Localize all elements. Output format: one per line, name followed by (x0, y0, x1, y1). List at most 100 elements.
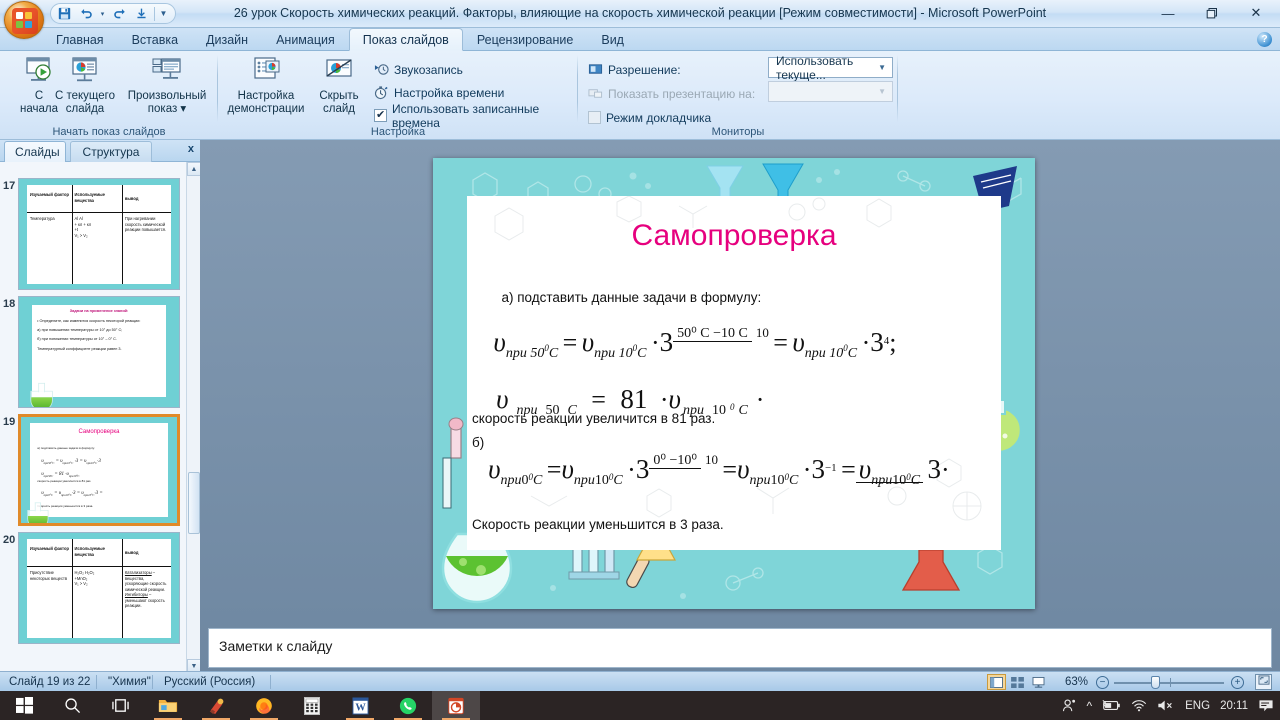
file-explorer-icon[interactable] (144, 691, 192, 720)
f3-frac-den: 10 (704, 452, 718, 468)
slides-panel-tabs: Слайды Структура x (0, 140, 200, 162)
custom-slideshow-button[interactable]: Произвольный показ ▾ (120, 55, 214, 119)
presenter-view-item[interactable]: Режим докладчика (588, 108, 711, 127)
zoom-out-button[interactable]: − (1096, 676, 1109, 689)
thumbnail-frame-selected: Самопроверка а) подставить данные задачи… (18, 414, 180, 526)
redo-icon[interactable] (109, 5, 129, 23)
tab-insert[interactable]: Вставка (118, 28, 192, 51)
tab-outline[interactable]: Структура (70, 141, 152, 162)
view-slideshow-icon[interactable] (1029, 674, 1048, 690)
task-view-icon[interactable] (96, 691, 144, 720)
firefox-icon[interactable] (240, 691, 288, 720)
tab-slides[interactable]: Слайды (4, 141, 66, 162)
restore-button[interactable] (1190, 0, 1234, 26)
monitor-resolution-icon (588, 62, 603, 77)
tab-view[interactable]: Вид (587, 28, 638, 51)
thumb-cell-3: Катализаторы – вещества, ускоряющие скор… (124, 570, 167, 609)
ccleaner-icon[interactable] (192, 691, 240, 720)
hide-slide-button[interactable]: Скрыть слайд (310, 55, 368, 119)
record-narration-item[interactable]: Звукозапись (374, 60, 463, 79)
use-rehearsed-timings-item[interactable]: Использовать записанные времена (374, 102, 578, 130)
thumb-header-3: вывод (124, 550, 139, 556)
f2-v2-c: C (738, 402, 748, 418)
setup-show-icon (249, 55, 283, 87)
close-panel-icon[interactable]: x (188, 143, 194, 155)
powerpoint-icon[interactable] (432, 691, 480, 720)
rehearse-timings-item[interactable]: Настройка времени (374, 83, 504, 102)
show-hidden-icons-icon[interactable]: ^ (1087, 699, 1093, 713)
calculator-icon[interactable] (288, 691, 336, 720)
network-icon[interactable] (1131, 699, 1147, 712)
thumb-title: Самопроверка (78, 428, 120, 435)
tab-design[interactable]: Дизайн (192, 28, 262, 51)
f3-res-num: υпри100C (855, 455, 924, 488)
current-slide[interactable]: Самопроверка а) подставить данные задачи… (433, 158, 1035, 609)
theme-name: "Химия" (108, 676, 151, 688)
fit-slide-to-window-button[interactable] (1255, 674, 1272, 690)
slide-thumbnail-19[interactable]: 19 Самопроверка а) подставить данные зад… (0, 412, 186, 530)
minimize-button[interactable]: — (1146, 0, 1190, 26)
tab-animation[interactable]: Анимация (262, 28, 349, 51)
show-presentation-on-label: Показать презентацию на: (608, 86, 756, 101)
thumb-cell-1: Температура (29, 216, 55, 222)
tab-slideshow[interactable]: Показ слайдов (348, 28, 463, 51)
undo-dropdown-icon[interactable]: ▾ (98, 5, 107, 23)
save-icon[interactable] (54, 5, 74, 23)
search-icon[interactable] (48, 691, 96, 720)
zoom-in-button[interactable]: + (1231, 676, 1244, 689)
custom-slideshow-line2: показ ▾ (147, 103, 187, 115)
office-button[interactable] (4, 1, 44, 39)
notes-pane[interactable]: Заметки к слайду (208, 628, 1272, 668)
notifications-icon[interactable] (1258, 699, 1274, 713)
word-icon[interactable]: W (336, 691, 384, 720)
slide-thumbnail-18[interactable]: 18 Задачи на применение знаний: • Опреде… (0, 294, 186, 412)
f3-base: 3 (635, 454, 650, 485)
language-tray[interactable]: ENG (1185, 700, 1210, 712)
resolution-item[interactable]: Разрешение: (588, 60, 681, 79)
whatsapp-icon[interactable] (384, 691, 432, 720)
ribbon-tab-strip: Главная Вставка Дизайн Анимация Показ сл… (0, 28, 1280, 51)
customize-qat-icon[interactable]: ▼ (158, 5, 169, 23)
setup-slideshow-line1: Настройка (237, 90, 295, 102)
start-button[interactable] (0, 691, 48, 720)
tab-review[interactable]: Рецензирование (463, 28, 588, 51)
setup-slideshow-button[interactable]: Настройка демонстрации (224, 55, 308, 119)
f1-dot: · (650, 327, 660, 357)
f3-v2: υ (561, 454, 574, 485)
presenter-view-checkbox[interactable] (588, 111, 601, 124)
chevron-down-icon: ▼ (878, 63, 886, 72)
zoom-slider-handle[interactable] (1151, 676, 1160, 689)
f1-eq2: = (773, 327, 788, 357)
undo-icon[interactable] (76, 5, 96, 23)
ribbon-group-setup: Настройка демонстрации Скрыть слайд Звук… (218, 51, 578, 140)
people-icon[interactable] (1062, 698, 1077, 713)
help-icon[interactable]: ? (1257, 32, 1272, 47)
title-bar: ▾ ▼ 26 урок Скорость химических реакций.… (0, 0, 1280, 39)
custom-slideshow-line1: Произвольный (127, 90, 207, 102)
start-slideshow-icon[interactable] (131, 5, 151, 23)
resolution-combobox[interactable]: Использовать текуще... ▼ (768, 54, 893, 82)
battery-charging-icon[interactable] (1102, 699, 1121, 712)
scroll-up-icon[interactable]: ▲ (187, 162, 201, 176)
start-from-current-button[interactable]: С текущего слайда (48, 55, 122, 119)
tab-home[interactable]: Главная (42, 28, 118, 51)
f1-dot2: · (861, 327, 871, 357)
slide-thumbnail-20[interactable]: 20 Изучаемый фактор Используемые веществ… (0, 530, 186, 648)
f1-tail: ; (889, 327, 897, 357)
use-rehearsed-timings-checkbox[interactable] (374, 108, 387, 122)
slide-content-area: Самопроверка а) подставить данные задачи… (466, 196, 1002, 551)
thumb-header-1: Изучаемый фактор (29, 546, 69, 552)
clock[interactable]: 20:11 (1220, 700, 1248, 712)
view-normal-icon[interactable] (987, 674, 1006, 690)
slide-line-a: а) подставить данные задачи в формулу: (501, 290, 762, 306)
f3-res-den: 3 (927, 453, 942, 484)
slides-panel-scrollbar[interactable]: ▲ ▼ (186, 162, 201, 673)
slide-thumbnail-17[interactable]: 17 Изучаемый фактор Используемые веществ… (0, 176, 186, 294)
f3-frac-num: 0⁰ −10⁰ (649, 453, 701, 470)
language-indicator[interactable]: Русский (Россия) (155, 672, 264, 692)
close-button[interactable]: ✕ (1234, 0, 1278, 26)
zoom-slider[interactable]: − + (1096, 676, 1244, 689)
scrollbar-thumb[interactable] (188, 472, 200, 534)
volume-muted-icon[interactable] (1157, 699, 1175, 712)
view-slide-sorter-icon[interactable] (1008, 674, 1027, 690)
